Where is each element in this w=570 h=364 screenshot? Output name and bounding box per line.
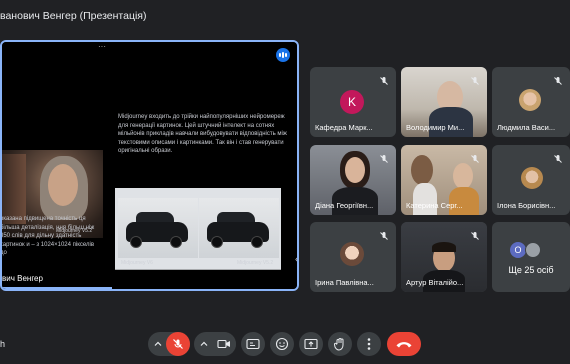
raise-hand-icon (334, 338, 344, 351)
participant-tile[interactable]: K Кафедра Марк... (310, 67, 396, 137)
mic-toggle-button[interactable] (166, 332, 190, 356)
avatar (340, 242, 364, 266)
mic-off-icon (379, 151, 389, 163)
raise-hand-button[interactable] (328, 332, 352, 356)
participant-tile[interactable]: Людмила Васи... (492, 67, 570, 137)
participant-tile[interactable]: Ірина Павлівна... (310, 222, 396, 292)
mic-off-icon (379, 73, 389, 85)
avatar: O (510, 242, 526, 258)
participant-name: Діана Георгіївн... (315, 201, 374, 210)
participant-tile[interactable]: Артур Віталійо... (401, 222, 487, 292)
slide: ··· Midjourney V5.2 Midjourney входить д… (2, 42, 297, 289)
presenter-name: вич Венгер (2, 269, 297, 289)
car-image-v52 (199, 198, 279, 258)
slide-paragraph-left: вказана підвищена точність ця більша дет… (0, 216, 95, 256)
present-button[interactable] (299, 332, 323, 356)
present-icon (304, 338, 318, 350)
avatar (525, 242, 541, 258)
end-call-button[interactable] (387, 332, 421, 356)
avatar (521, 167, 543, 189)
captions-icon (246, 338, 260, 350)
end-call-icon (396, 342, 412, 348)
more-vert-icon (367, 338, 371, 350)
car-caption-v6: Midjourney V6 (121, 260, 153, 266)
car-image-v6 (118, 198, 198, 258)
camera-control-group (194, 332, 236, 356)
meeting-info-text: h (0, 339, 6, 349)
drag-handle-icon[interactable]: ··· (98, 42, 106, 51)
mic-off-icon (470, 228, 480, 240)
more-options-button[interactable] (357, 332, 381, 356)
chevron-up-icon[interactable] (154, 340, 162, 348)
reactions-button[interactable] (270, 332, 294, 356)
more-participants-label: Ще 25 осіб (508, 265, 554, 275)
presentation-stage[interactable]: ··· Midjourney V5.2 Midjourney входить д… (0, 40, 299, 291)
participant-name: Кафедра Марк... (315, 123, 373, 132)
participant-tile[interactable]: Ілона Борисівн... (492, 145, 570, 215)
participant-tile[interactable]: Володимир Ми... (401, 67, 487, 137)
camera-toggle-button[interactable] (212, 332, 236, 356)
mic-off-icon (379, 228, 389, 240)
participant-name: Катерина Серг... (406, 201, 463, 210)
avatar: K (340, 90, 364, 114)
mic-off-icon (173, 339, 183, 349)
participant-name: Ірина Павлівна... (315, 278, 374, 287)
car-caption-v52: Midjourney V5.2 (237, 260, 274, 266)
camera-icon (217, 339, 230, 349)
avatar (519, 89, 541, 111)
car-comparison-image: Midjourney V6 Midjourney V5.2 (115, 188, 281, 270)
participant-name: Артур Віталійо... (406, 278, 464, 287)
captions-button[interactable] (241, 332, 265, 356)
mic-off-icon (470, 151, 480, 163)
mic-off-icon (553, 151, 563, 163)
mic-off-icon (470, 73, 480, 85)
slide-paragraph-right: Midjourney входить до трійки найпопулярн… (118, 114, 287, 154)
mic-off-icon (553, 73, 563, 85)
participant-tile[interactable]: Катерина Серг... (401, 145, 487, 215)
presentation-title: ванович Венгер (Презентація) (0, 10, 147, 22)
speaking-indicator-icon (276, 48, 290, 62)
call-controls: h (0, 327, 570, 364)
participant-name: Володимир Ми... (406, 123, 465, 132)
participant-name: Ілона Борисівн... (497, 201, 556, 210)
participant-name: Людмила Васи... (497, 123, 556, 132)
emoji-icon (275, 337, 289, 351)
chevron-up-icon[interactable] (200, 340, 208, 348)
participant-tile[interactable]: Діана Георгіївн... (310, 145, 396, 215)
mic-control-group (148, 332, 190, 356)
top-bar: ванович Венгер (Презентація) (0, 0, 570, 36)
more-participants-tile[interactable]: O Ще 25 осіб (492, 222, 570, 292)
